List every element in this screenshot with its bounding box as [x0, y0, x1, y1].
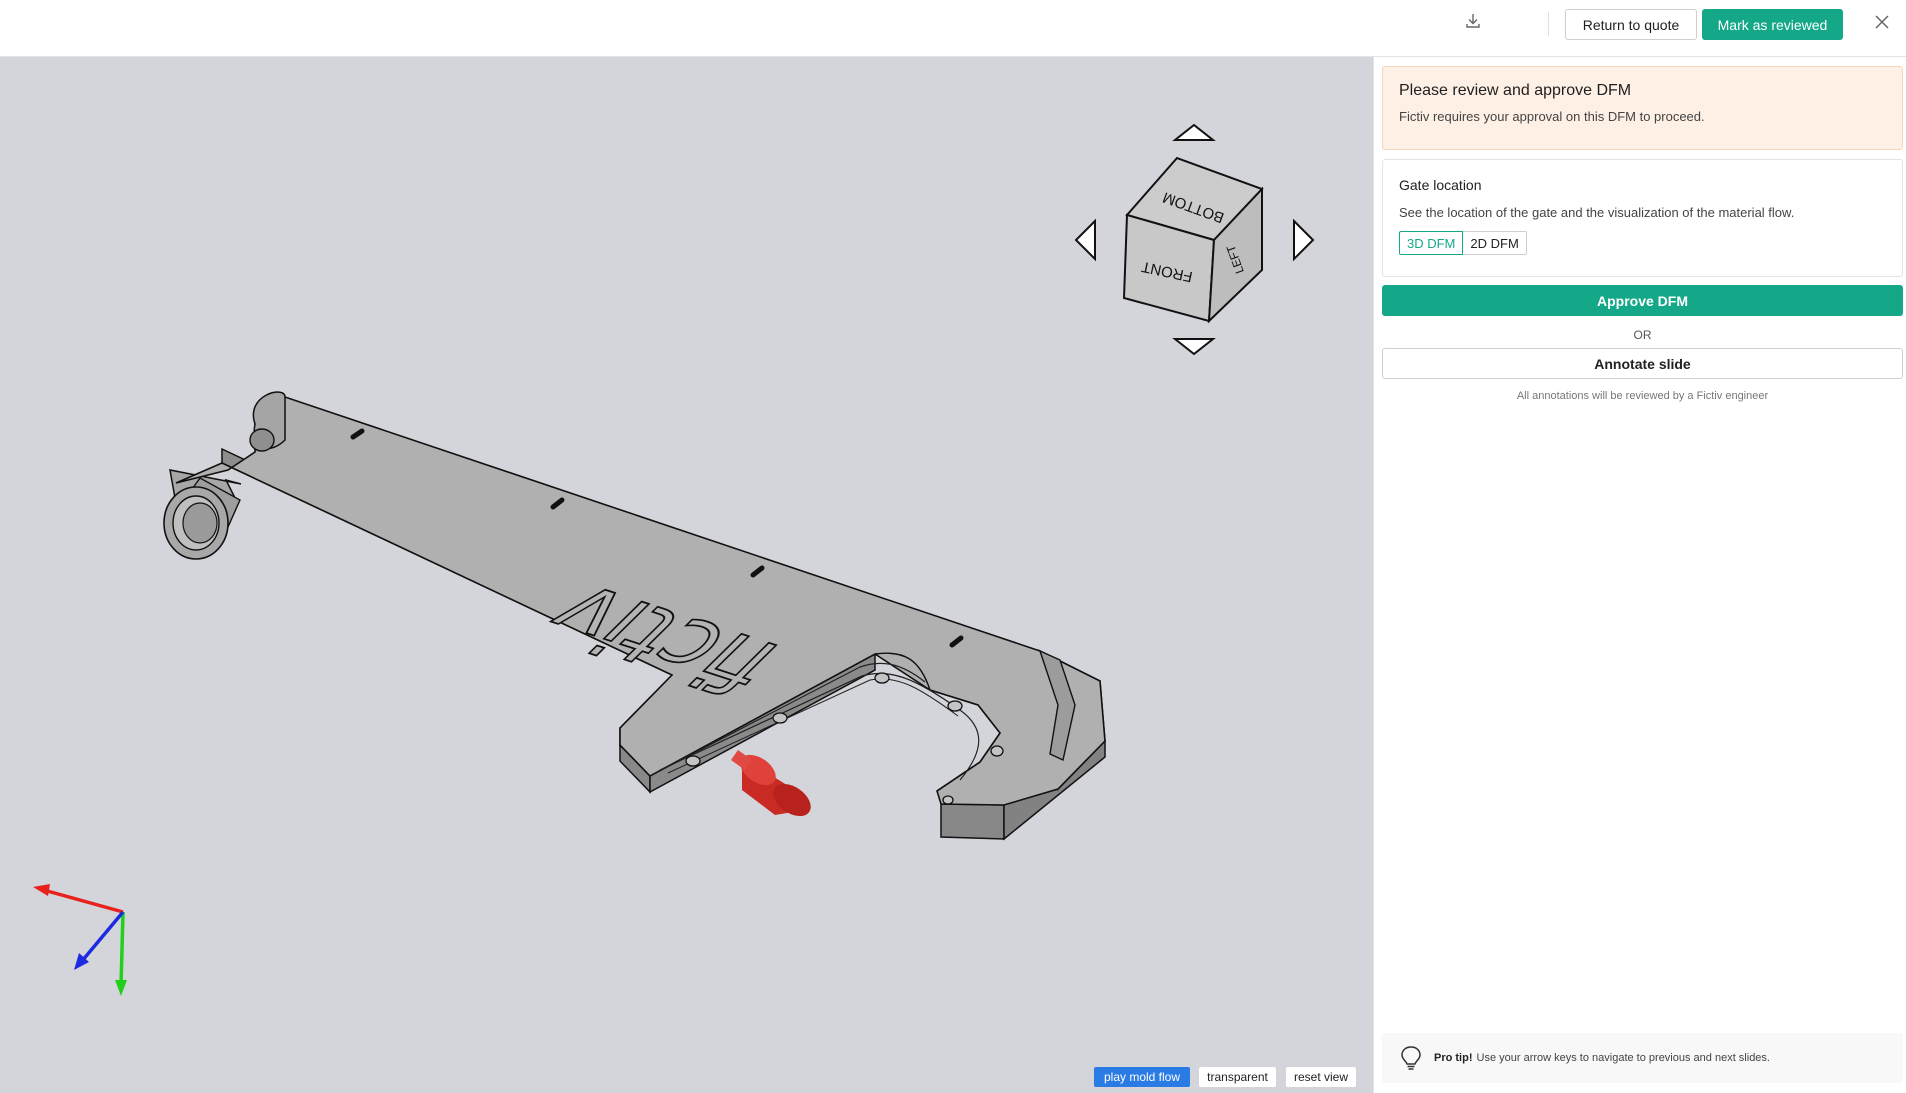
- model-viewer[interactable]: fictiv BOTTOM FRONT LEFT play mold flow …: [0, 57, 1373, 1093]
- arrow-right-icon[interactable]: [1293, 218, 1315, 262]
- arrow-left-icon[interactable]: [1074, 218, 1096, 262]
- download-icon[interactable]: [1460, 8, 1486, 34]
- view-cube[interactable]: BOTTOM FRONT LEFT: [1122, 156, 1264, 324]
- mark-as-reviewed-button[interactable]: Mark as reviewed: [1702, 9, 1843, 40]
- review-panel: Please review and approve DFM Fictiv req…: [1373, 57, 1906, 1093]
- toolbar-divider: [1548, 12, 1549, 36]
- gate-location-text: See the location of the gate and the vis…: [1399, 205, 1795, 220]
- lightbulb-icon: [1401, 1046, 1421, 1070]
- approve-dfm-button[interactable]: Approve DFM: [1382, 285, 1903, 316]
- annotate-slide-button[interactable]: Annotate slide: [1382, 348, 1903, 379]
- gate-marker[interactable]: [731, 749, 817, 823]
- top-bar: Return to quote Mark as reviewed: [0, 0, 1906, 57]
- gate-location-title: Gate location: [1399, 177, 1482, 193]
- arrow-down-icon[interactable]: [1172, 338, 1216, 356]
- gate-location-card: Gate location See the location of the ga…: [1382, 159, 1903, 277]
- dfm-view-toggle: 3D DFM 2D DFM: [1399, 231, 1886, 255]
- arrow-up-icon[interactable]: [1172, 123, 1216, 141]
- approval-notice-title: Please review and approve DFM: [1399, 82, 1632, 99]
- tab-3d-dfm[interactable]: 3D DFM: [1399, 231, 1464, 255]
- return-to-quote-button[interactable]: Return to quote: [1565, 9, 1697, 40]
- play-mold-flow-button[interactable]: play mold flow: [1094, 1067, 1190, 1087]
- or-separator: OR: [1633, 328, 1652, 342]
- pro-tip: Pro tip! Use your arrow keys to navigate…: [1382, 1033, 1903, 1083]
- reset-view-button[interactable]: reset view: [1286, 1067, 1356, 1087]
- viewer-canvas: fictiv BOTTOM FRONT LEFT: [33, 123, 1315, 996]
- pro-tip-label: Pro tip!: [1434, 1052, 1473, 1064]
- tab-2d-dfm[interactable]: 2D DFM: [1463, 231, 1527, 255]
- approval-notice: Please review and approve DFM Fictiv req…: [1382, 66, 1903, 150]
- transparent-button[interactable]: transparent: [1199, 1067, 1276, 1087]
- pro-tip-text: Use your arrow keys to navigate to previ…: [1476, 1052, 1770, 1064]
- close-icon[interactable]: [1870, 10, 1894, 34]
- upper-hinge-lug: [249, 391, 286, 452]
- annotation-note: All annotations will be reviewed by a Fi…: [1516, 390, 1769, 402]
- axis-triad: [33, 884, 127, 996]
- part-model[interactable]: fictiv: [163, 391, 1106, 841]
- approval-notice-text: Fictiv requires your approval on this DF…: [1399, 109, 1705, 124]
